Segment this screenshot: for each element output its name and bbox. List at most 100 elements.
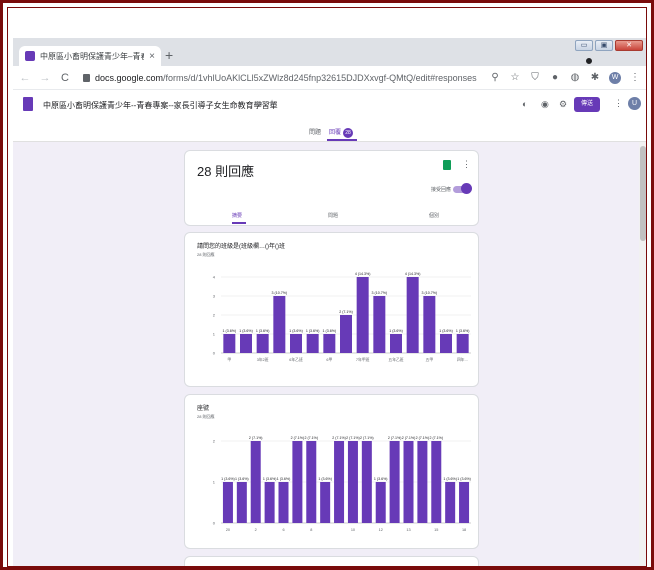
toggle-knob[interactable] bbox=[461, 183, 472, 194]
preview-eye-icon[interactable]: ◉ bbox=[541, 99, 549, 110]
bar bbox=[236, 482, 247, 523]
data-label: 1 (3.6%) bbox=[457, 477, 471, 481]
x-tick-label: 甲 bbox=[227, 357, 231, 362]
data-label: 3 (10.7%) bbox=[272, 291, 288, 295]
data-label: 1 (3.6%) bbox=[456, 329, 470, 333]
bar bbox=[240, 334, 252, 353]
back-button[interactable]: ← bbox=[19, 72, 31, 84]
new-tab-button[interactable]: + bbox=[165, 47, 173, 63]
bar bbox=[256, 334, 269, 353]
bookmark-star-icon[interactable]: ☆ bbox=[509, 72, 521, 83]
settings-gear-icon[interactable]: ⚙ bbox=[559, 99, 567, 110]
browser-toolbar: ← → C docs.google.com/forms/d/1vhlUoAKlC… bbox=[13, 66, 646, 90]
y-tick-label: 1 bbox=[213, 480, 216, 485]
bar bbox=[406, 277, 419, 353]
tab-close-icon[interactable]: × bbox=[149, 51, 155, 62]
bar bbox=[222, 482, 233, 523]
bar bbox=[347, 441, 358, 523]
forward-button[interactable]: → bbox=[39, 72, 51, 84]
responses-more-icon[interactable]: ⋮ bbox=[462, 159, 471, 170]
form-title[interactable]: 中原區小畜明保護青少年--青春專案--家長引導子女生命教育學習單 bbox=[43, 100, 278, 111]
data-label: 2 (7.1%) bbox=[416, 436, 430, 440]
data-label: 1 (3.6%) bbox=[277, 477, 291, 481]
class-bar-chart: 012341 (3.6%) 1 (3.6%) 1 (3.6%)3 (10.7%)1 … bbox=[213, 272, 471, 362]
account-avatar[interactable]: U bbox=[628, 97, 641, 110]
data-label: 1 (3.6%) bbox=[256, 329, 270, 333]
browser-menu-icon[interactable]: ⋮ bbox=[629, 72, 641, 83]
extensions-puzzle-icon[interactable]: ✱ bbox=[589, 72, 601, 83]
window-controls: ▭ ▣ ✕ bbox=[575, 40, 643, 51]
browser-tab[interactable]: 中原區小畜明保護青少年–青春專… × bbox=[19, 46, 161, 66]
minimize-button[interactable]: ▭ bbox=[575, 40, 593, 51]
tab-responses[interactable]: 回覆 28 bbox=[329, 127, 354, 138]
bar bbox=[278, 482, 289, 523]
data-label: 4 (14.3%) bbox=[355, 272, 371, 276]
x-tick-label: 五年乙班 bbox=[388, 357, 403, 362]
data-label: 1 (3.6%) bbox=[439, 329, 453, 333]
profile-avatar[interactable]: W bbox=[609, 71, 621, 84]
data-label: 4 (14.3%) bbox=[405, 272, 421, 276]
y-tick-label: 2 bbox=[213, 313, 216, 318]
bar bbox=[375, 482, 386, 523]
data-label: 1 (3.6%) bbox=[289, 329, 303, 333]
x-tick-label: 18 bbox=[462, 528, 466, 532]
x-tick-label: 12 bbox=[379, 528, 383, 532]
data-label: 1 (3.6%) bbox=[239, 329, 253, 333]
data-label: 3 (10.7%) bbox=[372, 291, 388, 295]
send-button[interactable]: 傳送 bbox=[574, 97, 600, 112]
star-icon[interactable]: ☆ bbox=[268, 98, 276, 109]
x-tick-label: 20 bbox=[226, 528, 230, 532]
x-tick-label: 6甲 bbox=[326, 357, 332, 362]
responses-count-title: 28 則回應 bbox=[197, 164, 255, 179]
accepting-responses-label: 接受回應 bbox=[431, 187, 452, 193]
bar bbox=[423, 296, 436, 353]
bar bbox=[440, 334, 452, 353]
data-label: 1 (3.6%) bbox=[306, 329, 320, 333]
scrollbar-thumb[interactable] bbox=[640, 146, 646, 241]
close-window-button[interactable]: ✕ bbox=[615, 40, 643, 51]
url-host: docs.google.com bbox=[95, 72, 164, 83]
maximize-button[interactable]: ▣ bbox=[595, 40, 613, 51]
palette-icon[interactable]: ◐ bbox=[522, 99, 527, 109]
tab-individual[interactable]: 個別 bbox=[429, 212, 439, 219]
forms-logo-icon[interactable] bbox=[23, 97, 33, 111]
data-label: 1 (3.6%) bbox=[323, 329, 337, 333]
seat-bar-chart: 0121 (3.6%) 1 (3.6%)2 (7.1%)1 (3.6%) 1 (3.… bbox=[213, 436, 471, 532]
bar bbox=[320, 482, 331, 523]
bar bbox=[403, 441, 414, 523]
question-title: 姓名 bbox=[197, 565, 209, 566]
folder-icon[interactable]: ▭ bbox=[254, 98, 263, 109]
browser-window: 中原區小畜明保護青少年–青春專… × + ▭ ▣ ✕ ← → C docs.go… bbox=[13, 38, 646, 566]
sheets-icon[interactable] bbox=[443, 160, 451, 170]
bar bbox=[356, 277, 369, 353]
reload-button[interactable]: C bbox=[59, 72, 71, 84]
zoom-icon[interactable]: ⚲ bbox=[489, 72, 501, 83]
extension-shield-icon[interactable]: ⛉ bbox=[529, 72, 541, 83]
data-label: 2 (7.1%) bbox=[304, 436, 318, 440]
bar bbox=[250, 441, 261, 523]
tab-title: 中原區小畜明保護青少年–青春專… bbox=[40, 51, 144, 61]
data-label: 2 (7.1%) bbox=[346, 436, 360, 440]
more-options-icon[interactable]: ⋮ bbox=[614, 98, 623, 109]
y-tick-label: 1 bbox=[213, 332, 216, 337]
bar bbox=[290, 334, 302, 353]
profile-indicator-icon[interactable] bbox=[584, 56, 594, 66]
bar bbox=[340, 315, 352, 353]
bar bbox=[459, 482, 470, 523]
data-label: 2 (7.1%) bbox=[332, 436, 346, 440]
tab-question[interactable]: 問題 bbox=[328, 212, 338, 219]
x-tick-label: 8 bbox=[310, 528, 312, 532]
responses-summary-card: 28 則回應 ⋮ 接受回應 摘要 問題 個別 bbox=[184, 150, 479, 226]
extension-globe-icon[interactable]: ◍ bbox=[569, 72, 581, 83]
tab-questions[interactable]: 問題 bbox=[309, 127, 321, 136]
bar bbox=[390, 334, 402, 353]
y-tick-label: 2 bbox=[213, 439, 216, 444]
address-bar[interactable]: docs.google.com/forms/d/1vhlUoAKlCLl5xZW… bbox=[79, 69, 481, 87]
extension-circle-icon[interactable]: ● bbox=[549, 72, 561, 83]
data-label: 2 (7.1%) bbox=[339, 310, 353, 314]
tab-summary[interactable]: 摘要 bbox=[232, 212, 242, 219]
x-tick-label: 四年… bbox=[457, 357, 469, 362]
forms-header: 中原區小畜明保護青少年--青春專案--家長引導子女生命教育學習單 ▭ ☆ ◐ ◉… bbox=[13, 90, 646, 120]
bar bbox=[306, 334, 319, 353]
question-title: 座號 bbox=[197, 406, 210, 412]
